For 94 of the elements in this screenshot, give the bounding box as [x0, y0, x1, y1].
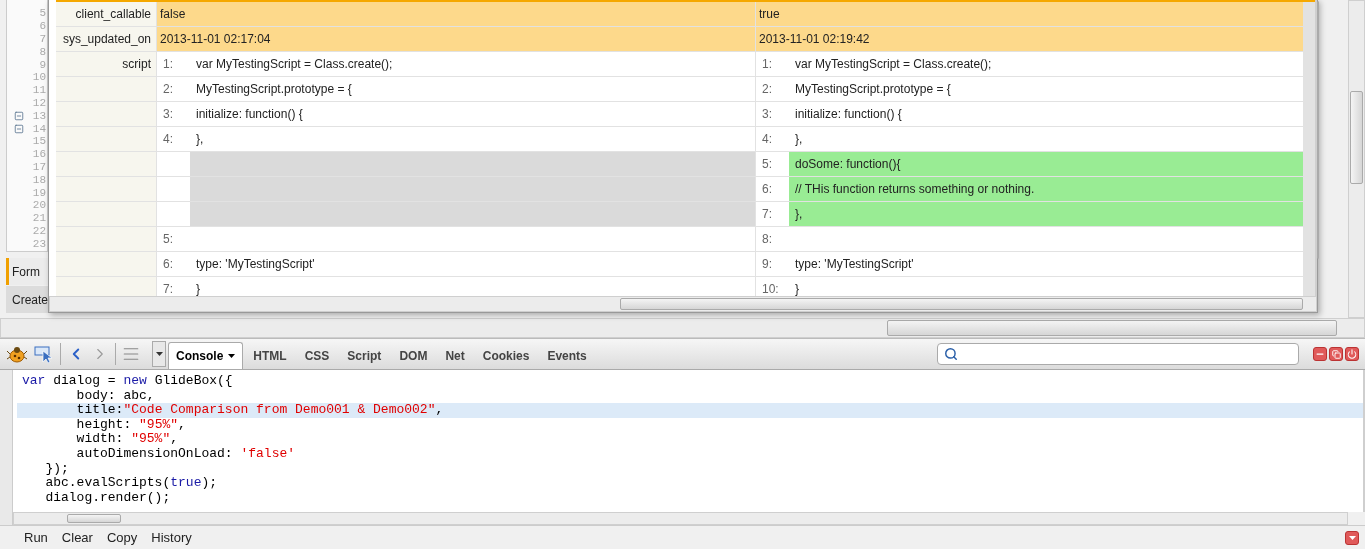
scrollbar[interactable]: [1315, 0, 1317, 296]
minimize-button[interactable]: [1313, 347, 1327, 361]
action-button[interactable]: Copy: [106, 530, 138, 545]
tab[interactable]: Net: [437, 342, 473, 369]
line-number: 3:: [761, 106, 773, 123]
line-number: 16: [32, 148, 47, 161]
scrollbar-thumb[interactable]: [67, 514, 121, 523]
field-label: script: [56, 52, 156, 76]
action-button[interactable]: Run: [24, 530, 48, 545]
field-label: client_callable: [56, 2, 156, 26]
tab[interactable]: DOM: [391, 342, 436, 369]
line-number: 2:: [162, 81, 174, 98]
list-icon: [122, 345, 140, 363]
line-number: 6:: [761, 181, 773, 198]
line-number: 8:: [761, 231, 773, 248]
line-number: 12: [32, 96, 47, 109]
power-button[interactable]: [1345, 347, 1359, 361]
line-number: 5:: [162, 231, 174, 248]
scrollbar[interactable]: [49, 296, 1317, 312]
line-number: 1:: [761, 56, 773, 73]
scrollbar[interactable]: [1348, 0, 1365, 318]
restore-button[interactable]: [1329, 347, 1343, 361]
line-number: 1:: [162, 56, 174, 73]
power-icon: [1347, 349, 1357, 359]
caret-icon: [155, 352, 163, 356]
scrollbar[interactable]: [1363, 370, 1365, 512]
line-number: 23: [32, 237, 47, 250]
line-number: 11: [32, 84, 47, 97]
field-value: true: [756, 2, 1303, 26]
collapse-button[interactable]: [1345, 530, 1359, 545]
line-number: 9: [39, 58, 47, 71]
search-field[interactable]: [937, 343, 1299, 365]
tab[interactable]: Script: [339, 342, 390, 369]
list-button[interactable]: [122, 345, 140, 363]
dropdown-button[interactable]: [152, 341, 166, 367]
line-number: 21: [32, 212, 47, 225]
line-number: 4:: [761, 131, 773, 148]
line-number: 15: [32, 135, 47, 148]
action-button[interactable]: History: [151, 530, 192, 545]
line-number: 10:: [761, 281, 780, 296]
line-number: 13: [32, 109, 47, 122]
tab[interactable]: Events: [539, 342, 595, 369]
line-number: 2:: [761, 81, 773, 98]
search-icon: [944, 347, 958, 361]
side-tab[interactable]: Create: [6, 286, 48, 313]
scrollbar-thumb[interactable]: [886, 320, 1337, 336]
code-line: height: "95%",: [75, 417, 187, 433]
scrollbar[interactable]: [0, 318, 1365, 338]
line-number: 10: [32, 71, 47, 84]
collapse-icon[interactable]: [14, 123, 24, 134]
code-line: });: [44, 461, 70, 477]
scrollbar-thumb[interactable]: [619, 298, 1304, 310]
code-line: width: "95%",: [75, 432, 180, 447]
scrollbar[interactable]: [13, 512, 1348, 525]
line-number: 17: [32, 160, 47, 173]
code-line: autoDimensionOnLoad: 'false': [75, 446, 297, 462]
tab[interactable]: CSS: [296, 342, 338, 369]
code-line: dialog.render();: [44, 490, 172, 506]
line-number: 4:: [162, 131, 174, 148]
tab[interactable]: HTML: [245, 342, 295, 369]
field-value: 2013-11-01 02:17:04: [157, 27, 755, 51]
down-arrow-icon: [1348, 535, 1356, 540]
line-number: 22: [32, 224, 47, 237]
action-button[interactable]: Clear: [61, 530, 93, 545]
scrollbar-thumb[interactable]: [1350, 91, 1363, 184]
bug-icon[interactable]: [6, 345, 28, 363]
line-number: 7: [39, 33, 47, 45]
line-number: 5: [39, 7, 47, 20]
line-number: 6: [39, 20, 47, 33]
line-number: 8: [39, 45, 47, 58]
scrollbar-thumb[interactable]: [1317, 1, 1319, 259]
line-number: 19: [32, 186, 47, 199]
field-label: sys_updated_on: [56, 27, 156, 51]
line-number: 14: [32, 122, 47, 135]
caret-icon: [228, 354, 236, 358]
line-number: 6:: [162, 256, 174, 273]
inspect-icon[interactable]: [34, 345, 54, 363]
code-line: var dialog = new GlideBox({: [21, 374, 234, 389]
line-number: 18: [32, 173, 47, 186]
collapse-icon[interactable]: [14, 110, 24, 121]
field-value: 2013-11-01 02:19:42: [756, 27, 1303, 51]
tab[interactable]: Cookies: [474, 342, 538, 369]
line-number: 9:: [761, 256, 773, 273]
line-number: 5:: [761, 156, 773, 173]
field-value: false: [157, 2, 755, 26]
side-tab[interactable]: Form: [6, 258, 48, 285]
code-line: abc.evalScripts(true);: [44, 476, 219, 491]
code-line: body: abc,: [75, 388, 156, 404]
tab[interactable]: Console: [168, 342, 244, 369]
line-number: 7:: [162, 281, 174, 296]
line-number: 3:: [162, 106, 174, 123]
line-number: 20: [32, 199, 47, 212]
restore-icon: [1331, 349, 1341, 359]
line-number: 7:: [761, 206, 773, 223]
